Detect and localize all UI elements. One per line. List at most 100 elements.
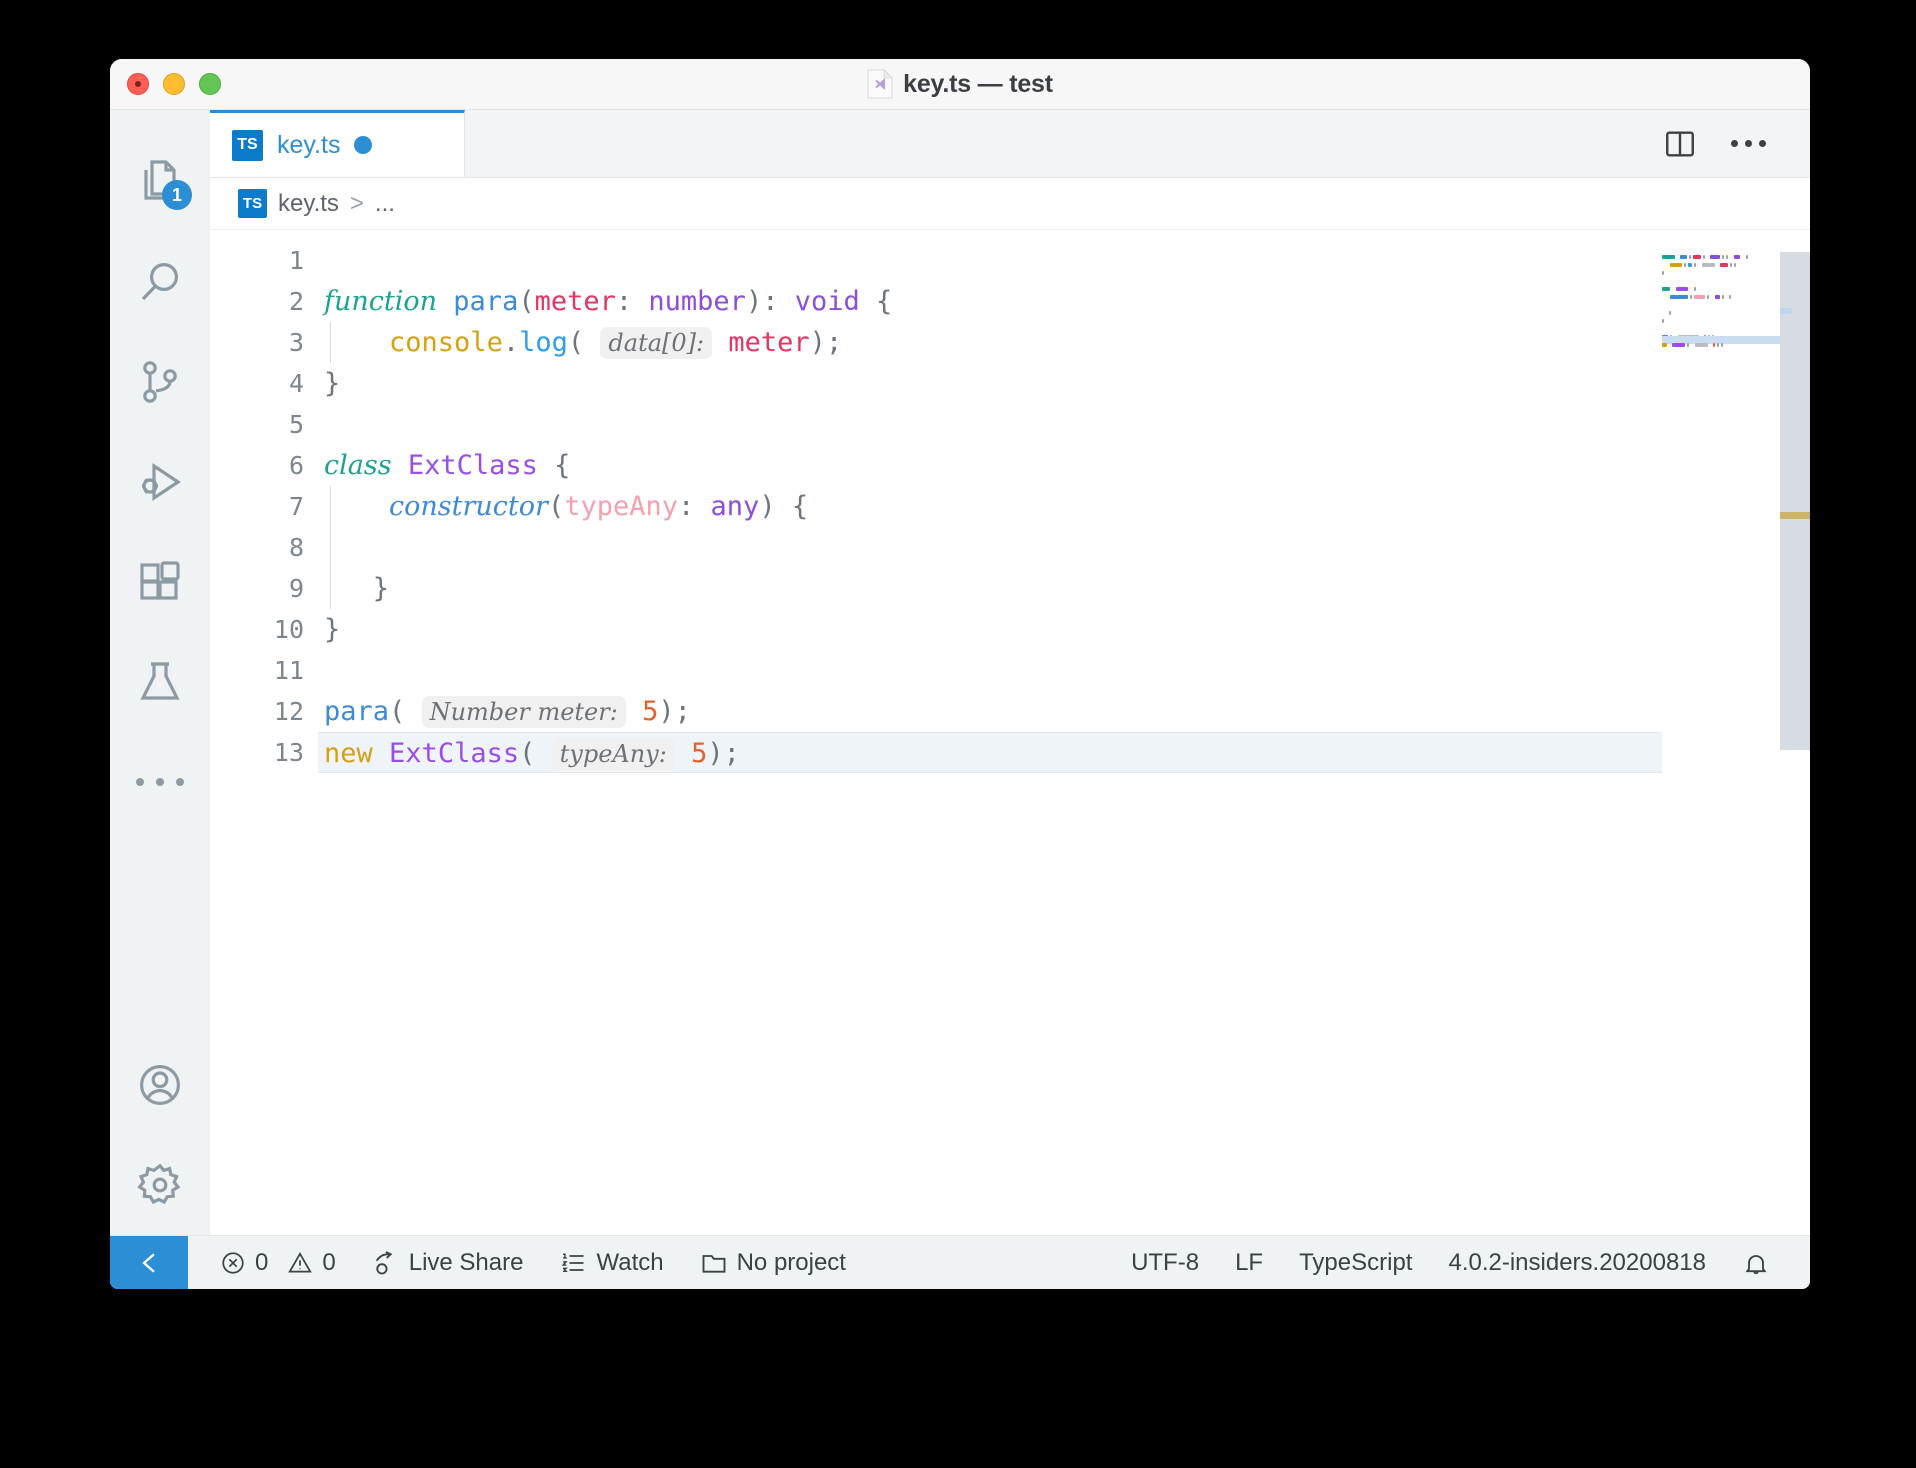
tab-bar: TS key.ts: [210, 110, 1810, 178]
breadcrumb-file[interactable]: key.ts: [278, 190, 339, 218]
sidebar-item-run-and-debug[interactable]: [110, 432, 210, 532]
code-token: any: [711, 491, 760, 522]
activity-bar: 1: [110, 110, 210, 1235]
inlay-hint[interactable]: Number meter:: [422, 696, 626, 728]
status-watch[interactable]: Watch: [541, 1236, 681, 1290]
code-token: 5: [642, 696, 658, 727]
editor-area: TS key.ts: [210, 110, 1810, 1235]
breadcrumb-overflow[interactable]: ...: [375, 190, 395, 218]
inlay-hint[interactable]: data[0]:: [600, 327, 712, 359]
code-token: [584, 327, 600, 358]
code-token: [712, 327, 728, 358]
editor-more-actions-button[interactable]: [1731, 140, 1766, 147]
code-line[interactable]: }: [318, 609, 1810, 650]
code-line[interactable]: new ExtClass( typeAny: 5);: [318, 732, 1692, 773]
code-line[interactable]: [318, 404, 1810, 445]
code-token: class: [324, 450, 392, 481]
code-token: :: [678, 491, 694, 522]
sidebar-item-search[interactable]: [110, 232, 210, 332]
code-line[interactable]: [318, 650, 1810, 691]
explorer-badge: 1: [162, 180, 192, 210]
scrollbar-thumb[interactable]: [1780, 252, 1810, 750]
code-token: [694, 491, 710, 522]
line-number: 9: [210, 568, 318, 609]
sidebar-item-testing[interactable]: [110, 632, 210, 732]
code-line[interactable]: }: [318, 568, 1810, 609]
breadcrumb-file-icon: TS: [238, 189, 267, 218]
code-line[interactable]: console.log( data[0]: meter);: [318, 322, 1810, 363]
maximize-button[interactable]: [199, 73, 221, 95]
status-language-mode[interactable]: TypeScript: [1281, 1236, 1430, 1290]
minimap-line: [1662, 256, 1780, 264]
minimap-line: [1662, 288, 1780, 296]
code-line[interactable]: para( Number meter: 5);: [318, 691, 1810, 732]
sidebar-item-extensions[interactable]: [110, 532, 210, 632]
code-token: ;: [724, 738, 740, 769]
code-token: typeAny: [564, 491, 678, 522]
remote-window-button[interactable]: [110, 1236, 188, 1290]
line-number: 3: [210, 322, 318, 363]
live-share-icon: [372, 1249, 400, 1277]
code-line[interactable]: [318, 240, 1810, 281]
code-token: ): [658, 696, 674, 727]
minimap-token: [1662, 343, 1667, 347]
code-editor[interactable]: 12345678910111213 function para(meter: n…: [210, 230, 1810, 1235]
code-line[interactable]: constructor(typeAny: any) {: [318, 486, 1810, 527]
tab-key-ts[interactable]: TS key.ts: [210, 110, 465, 177]
sidebar-item-additional-views[interactable]: [110, 732, 210, 832]
split-editor-right-button[interactable]: [1663, 127, 1697, 161]
beaker-icon: [136, 658, 184, 706]
minimap-token: [1695, 343, 1708, 347]
code-token: }: [373, 573, 389, 604]
live-share-label: Live Share: [409, 1249, 524, 1277]
line-number-gutter: 12345678910111213: [210, 230, 318, 1235]
line-number: 10: [210, 609, 318, 650]
code-line[interactable]: function para(meter: number): void {: [318, 281, 1810, 322]
minimap-line: [1662, 248, 1780, 256]
watch-label: Watch: [596, 1249, 663, 1277]
code-token: meter: [535, 286, 616, 317]
minimap-line: [1662, 272, 1780, 280]
close-button[interactable]: [127, 73, 149, 95]
status-live-share[interactable]: Live Share: [354, 1236, 542, 1290]
code-token: [538, 450, 554, 481]
code-line[interactable]: [318, 527, 1810, 568]
status-problems[interactable]: 0 0: [202, 1236, 354, 1290]
code-token: ): [746, 286, 762, 317]
minimap-token: [1717, 343, 1719, 347]
project-label: No project: [737, 1249, 846, 1277]
code-token: para: [324, 696, 389, 727]
overview-ruler-scrollbar[interactable]: [1780, 230, 1810, 1235]
sidebar-item-explorer[interactable]: 1: [110, 132, 210, 232]
minimap[interactable]: [1662, 230, 1780, 1235]
sidebar-item-source-control[interactable]: [110, 332, 210, 432]
code-token: para: [453, 286, 518, 317]
sidebar-item-accounts[interactable]: [110, 1035, 210, 1135]
status-encoding[interactable]: UTF-8: [1113, 1236, 1217, 1290]
split-editor-icon: [1663, 127, 1697, 161]
code-token: :: [616, 286, 632, 317]
status-project[interactable]: No project: [682, 1236, 864, 1290]
window-body: 1: [110, 110, 1810, 1235]
traffic-light-buttons: [127, 73, 221, 95]
warning-icon: [287, 1250, 313, 1276]
code-token: }: [324, 368, 340, 399]
code-token: {: [554, 450, 570, 481]
sidebar-item-manage-settings[interactable]: [110, 1135, 210, 1235]
status-notifications[interactable]: [1724, 1236, 1788, 1290]
tab-dirty-indicator[interactable]: [354, 136, 372, 154]
code-token: [778, 286, 794, 317]
status-eol[interactable]: LF: [1217, 1236, 1281, 1290]
run-debug-icon: [136, 458, 184, 506]
code-token: [675, 738, 691, 769]
indent-guide: [330, 486, 331, 609]
status-typescript-version[interactable]: 4.0.2-insiders.20200818: [1430, 1236, 1724, 1290]
code-line[interactable]: }: [318, 363, 1810, 404]
code-lines[interactable]: function para(meter: number): void { con…: [318, 230, 1810, 1235]
overview-mark-current-line: [1780, 512, 1810, 519]
code-token: 5: [691, 738, 707, 769]
code-line[interactable]: class ExtClass {: [318, 445, 1810, 486]
minimize-button[interactable]: [163, 73, 185, 95]
minimap-line: [1662, 296, 1780, 304]
inlay-hint[interactable]: typeAny:: [552, 738, 675, 770]
